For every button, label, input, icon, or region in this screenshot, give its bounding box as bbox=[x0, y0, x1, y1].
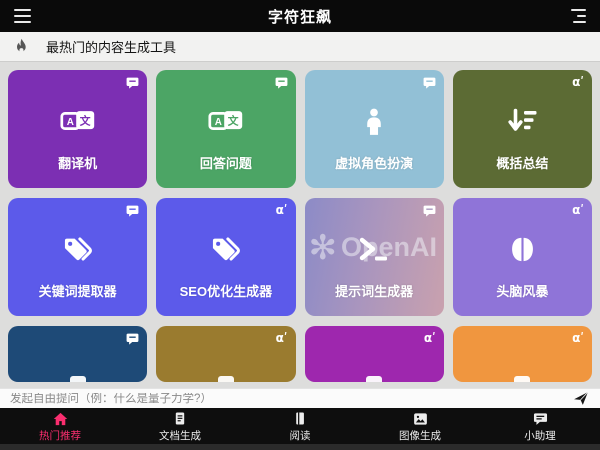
chat-badge-icon bbox=[126, 205, 139, 217]
tool-card-partial[interactable] bbox=[8, 326, 147, 382]
tool-card-partial[interactable]: αʹ bbox=[305, 326, 444, 382]
clipped-card-icon bbox=[514, 376, 530, 382]
free-question-input[interactable] bbox=[10, 393, 572, 405]
home-icon bbox=[53, 412, 68, 426]
svg-text:文: 文 bbox=[78, 115, 90, 128]
alpha-badge-icon: αʹ bbox=[572, 77, 584, 87]
card-label: 提示词生成器 bbox=[335, 281, 413, 300]
chat-badge-icon bbox=[126, 77, 139, 89]
tool-card-头脑风暴[interactable]: αʹ 头脑风暴 bbox=[453, 198, 592, 316]
tags-icon bbox=[156, 236, 295, 264]
menu-icon[interactable] bbox=[14, 9, 32, 23]
svg-text:文: 文 bbox=[227, 115, 239, 128]
fire-icon bbox=[14, 38, 29, 56]
tab-图像生成[interactable]: 图像生成 bbox=[360, 408, 480, 444]
sort-lines-icon[interactable] bbox=[568, 9, 586, 23]
svg-text:A: A bbox=[215, 117, 222, 128]
alpha-badge-icon: αʹ bbox=[276, 333, 288, 343]
tool-card-grid: A文翻译机A文回答问题虚拟角色扮演αʹ概括总结关键词提取器αʹSEO优化生成器✻… bbox=[0, 62, 600, 390]
question-composer bbox=[0, 388, 600, 408]
card-label: 回答问题 bbox=[200, 153, 252, 172]
card-label: 关键词提取器 bbox=[39, 281, 117, 300]
terminal-icon bbox=[305, 236, 444, 263]
app-title: 字符狂飙 bbox=[0, 6, 600, 27]
document-icon bbox=[173, 411, 187, 426]
tool-card-关键词提取器[interactable]: 关键词提取器 bbox=[8, 198, 147, 316]
chat-badge-icon bbox=[423, 205, 436, 217]
card-label: SEO优化生成器 bbox=[180, 281, 272, 300]
chat-badge-icon bbox=[275, 77, 288, 89]
sort-down-icon bbox=[453, 108, 592, 135]
tab-label: 文档生成 bbox=[159, 428, 201, 443]
tab-label: 小助理 bbox=[524, 428, 556, 443]
chat-badge-icon bbox=[423, 77, 436, 89]
assistant-chat-icon bbox=[533, 412, 548, 426]
tab-文档生成[interactable]: 文档生成 bbox=[120, 408, 240, 444]
alpha-badge-icon: αʹ bbox=[572, 333, 584, 343]
system-nav-strip bbox=[0, 444, 600, 450]
alpha-badge-icon: αʹ bbox=[276, 205, 288, 215]
alpha-badge-icon: αʹ bbox=[572, 205, 584, 215]
image-icon bbox=[413, 412, 428, 426]
clipped-card-icon bbox=[366, 376, 382, 382]
tool-card-回答问题[interactable]: A文回答问题 bbox=[156, 70, 295, 188]
clipped-card-icon bbox=[70, 376, 86, 382]
svg-text:A: A bbox=[66, 117, 73, 128]
tab-label: 图像生成 bbox=[399, 428, 441, 443]
bottom-tab-bar: 热门推荐 文档生成 阅读 图像生成 小助理 bbox=[0, 408, 600, 444]
chat-badge-icon bbox=[126, 333, 139, 345]
tab-阅读[interactable]: 阅读 bbox=[240, 408, 360, 444]
translate-icon: A文 bbox=[156, 108, 295, 134]
top-app-bar: 字符狂飙 bbox=[0, 0, 600, 32]
card-label: 翻译机 bbox=[58, 153, 97, 172]
tab-label: 热门推荐 bbox=[39, 428, 81, 443]
tool-card-提示词生成器[interactable]: ✻OpenAI提示词生成器 bbox=[305, 198, 444, 316]
card-label: 头脑风暴 bbox=[496, 281, 548, 300]
tab-label: 阅读 bbox=[290, 428, 311, 443]
tab-热门推荐[interactable]: 热门推荐 bbox=[0, 408, 120, 444]
translate-icon: A文 bbox=[8, 108, 147, 134]
tags-icon bbox=[8, 236, 147, 264]
tool-card-虚拟角色扮演[interactable]: 虚拟角色扮演 bbox=[305, 70, 444, 188]
alpha-badge-icon: αʹ bbox=[424, 333, 436, 343]
send-icon[interactable] bbox=[572, 391, 590, 407]
tool-card-partial[interactable]: αʹ bbox=[453, 326, 592, 382]
section-title: 最热门的内容生成工具 bbox=[46, 37, 176, 56]
tool-card-翻译机[interactable]: A文翻译机 bbox=[8, 70, 147, 188]
card-label: 概括总结 bbox=[496, 153, 548, 172]
person-icon bbox=[305, 108, 444, 136]
brain-icon bbox=[453, 236, 592, 263]
tool-card-partial[interactable]: αʹ bbox=[156, 326, 295, 382]
book-icon bbox=[293, 411, 307, 426]
section-header: 最热门的内容生成工具 bbox=[0, 32, 600, 62]
card-label: 虚拟角色扮演 bbox=[335, 153, 413, 172]
tab-小助理[interactable]: 小助理 bbox=[480, 408, 600, 444]
clipped-card-icon bbox=[218, 376, 234, 382]
tool-card-概括总结[interactable]: αʹ 概括总结 bbox=[453, 70, 592, 188]
tool-card-SEO优化生成器[interactable]: αʹ SEO优化生成器 bbox=[156, 198, 295, 316]
